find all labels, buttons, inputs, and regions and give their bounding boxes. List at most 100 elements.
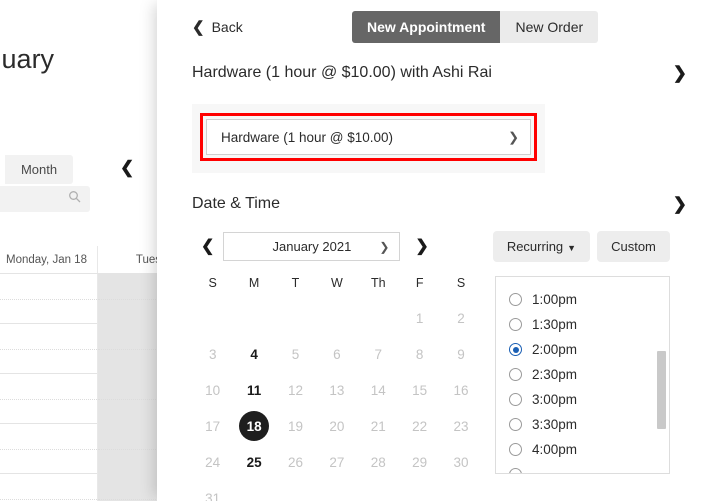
weekday-tuesday: T [291, 276, 300, 290]
weekday-sunday: S [208, 276, 217, 290]
calendar-day: 5 [291, 346, 300, 362]
screen: January nts eek Month ❮ Monday, Jan 18 T… [0, 0, 727, 501]
chevron-down-icon: ❯ [379, 239, 390, 254]
datetime-body: S M T W Th F S 1 2 3 4 5 6 7 8 9 10 11 12 13 14 15 16 17… [192, 276, 727, 501]
calendar-day-empty [316, 300, 357, 336]
panel-header: ❮ Back New Appointment New Order [157, 0, 727, 56]
service-section-header: Hardware (1 hour @ $10.00) with Ashi Rai… [157, 56, 727, 90]
chevron-left-icon: ❮ [192, 18, 205, 36]
background-hour-cell [0, 474, 97, 501]
background-collapse-icon[interactable]: ❮ [120, 158, 134, 178]
calendar-day-empty [275, 300, 316, 336]
next-month-button[interactable]: ❯ [406, 238, 437, 255]
time-slot-label: 4:00pm [532, 442, 578, 457]
background-view-toggle[interactable]: eek Month [0, 155, 74, 184]
calendar-day-empty [192, 300, 233, 336]
radio-icon[interactable] [509, 393, 522, 406]
weekday-friday: F [415, 276, 424, 290]
calendar-day: 21 [370, 418, 386, 434]
calendar-week-row: 10 11 12 13 14 15 16 [192, 372, 482, 408]
calendar-day: 2 [457, 310, 465, 326]
chevron-down-icon[interactable]: ❯ [673, 196, 687, 213]
calendar-day: 13 [329, 382, 345, 398]
back-button[interactable]: ❮ Back [192, 19, 243, 35]
background-hour-cell [0, 374, 97, 424]
background-view-month[interactable]: Month [5, 155, 73, 184]
time-slot-option[interactable]: 4:00pm [509, 437, 669, 462]
calendar-week-row: 24 25 26 27 28 29 30 [192, 444, 482, 480]
radio-icon[interactable] [509, 318, 522, 331]
calendar-day-empty [358, 300, 399, 336]
service-section-title: Hardware (1 hour @ $10.00) with Ashi Rai [192, 64, 492, 81]
calendar-day: 23 [453, 418, 469, 434]
calendar: S M T W Th F S 1 2 3 4 5 6 7 8 9 10 11 12 13 14 15 16 17… [192, 276, 482, 501]
service-select[interactable]: Hardware (1 hour @ $10.00) ❯ [206, 119, 531, 155]
calendar-day: 1 [415, 310, 424, 326]
caret-down-icon: ▼ [567, 243, 577, 253]
background-hour-cell [0, 424, 97, 474]
background-day-header-monday: Monday, Jan 18 [0, 246, 98, 273]
calendar-day: 15 [412, 382, 428, 398]
calendar-day[interactable]: 25 [233, 444, 274, 480]
chevron-down-icon[interactable]: ❯ [673, 65, 687, 82]
time-slot-label: 3:00pm [532, 392, 578, 407]
calendar-day: 27 [329, 454, 345, 470]
calendar-controls: ❮ January 2021 ❯ ❯ Recurring ▼ Custom [192, 231, 727, 262]
calendar-week-row: 31 [192, 480, 482, 501]
calendar-day-empty [275, 480, 316, 501]
calendar-day[interactable]: 4 [233, 336, 274, 372]
radio-icon[interactable] [509, 443, 522, 456]
calendar-day-selected-marker: 18 [239, 411, 270, 441]
background-month-title: January [0, 44, 55, 74]
calendar-day: 28 [370, 454, 386, 470]
calendar-day: 14 [370, 382, 386, 398]
calendar-day: 10 [205, 382, 221, 398]
service-select-band: Hardware (1 hour @ $10.00) ❯ [192, 104, 545, 173]
time-slot-label: 2:30pm [532, 367, 578, 382]
tab-new-order[interactable]: New Order [500, 11, 599, 43]
time-slot-option[interactable]: 3:00pm [509, 387, 669, 412]
radio-icon[interactable] [509, 293, 522, 306]
calendar-day: 19 [287, 418, 303, 434]
time-slot-scrollbar[interactable] [657, 351, 666, 429]
time-slot-list[interactable]: 1:00pm 1:30pm 2:00pm 2:30pm 3:00pm 3:30pm 4:00… [495, 276, 670, 474]
service-select-highlight: Hardware (1 hour @ $10.00) ❯ [200, 113, 537, 161]
time-slot-option[interactable]: 2:00pm [509, 337, 669, 362]
recurring-button-label: Recurring [506, 239, 564, 254]
service-select-value: Hardware (1 hour @ $10.00) [221, 129, 394, 145]
time-slot-option-partial[interactable] [509, 462, 669, 473]
background-day-column-monday [0, 274, 98, 501]
new-appointment-panel: ❮ Back New Appointment New Order Hardwar… [157, 0, 727, 501]
radio-icon[interactable] [509, 418, 522, 431]
tab-new-appointment[interactable]: New Appointment [352, 11, 501, 43]
calendar-day[interactable]: 11 [233, 372, 274, 408]
calendar-day: 7 [374, 346, 383, 362]
radio-icon[interactable] [509, 468, 522, 473]
calendar-day-empty [358, 480, 399, 501]
calendar-day: 12 [287, 382, 303, 398]
previous-month-button[interactable]: ❮ [192, 238, 223, 255]
time-slot-option[interactable]: 3:30pm [509, 412, 669, 437]
time-slot-option[interactable]: 1:00pm [509, 287, 669, 312]
calendar-day: 26 [287, 454, 303, 470]
time-slot-label: 3:30pm [532, 417, 578, 432]
radio-icon[interactable] [509, 343, 522, 356]
weekday-monday: M [248, 276, 260, 290]
time-slot-option[interactable]: 2:30pm [509, 362, 669, 387]
calendar-day-empty [316, 480, 357, 501]
mode-toggle[interactable]: New Appointment New Order [352, 11, 599, 43]
background-search-input[interactable] [0, 186, 90, 212]
time-slot-option[interactable]: 1:30pm [509, 312, 669, 337]
calendar-day: 17 [205, 418, 221, 434]
calendar-day-empty [399, 480, 440, 501]
time-slot-label: 1:00pm [532, 292, 578, 307]
custom-button[interactable]: Custom [597, 231, 670, 262]
radio-icon[interactable] [509, 368, 522, 381]
calendar-day[interactable]: 18 [233, 408, 274, 444]
recurring-button[interactable]: Recurring ▼ [492, 231, 591, 262]
month-select[interactable]: January 2021 ❯ [223, 232, 401, 261]
time-slot-label: 1:30pm [532, 317, 578, 332]
datetime-section-title: Date & Time [192, 195, 281, 212]
back-button-label: Back [211, 19, 243, 35]
chevron-down-icon: ❯ [508, 129, 519, 145]
